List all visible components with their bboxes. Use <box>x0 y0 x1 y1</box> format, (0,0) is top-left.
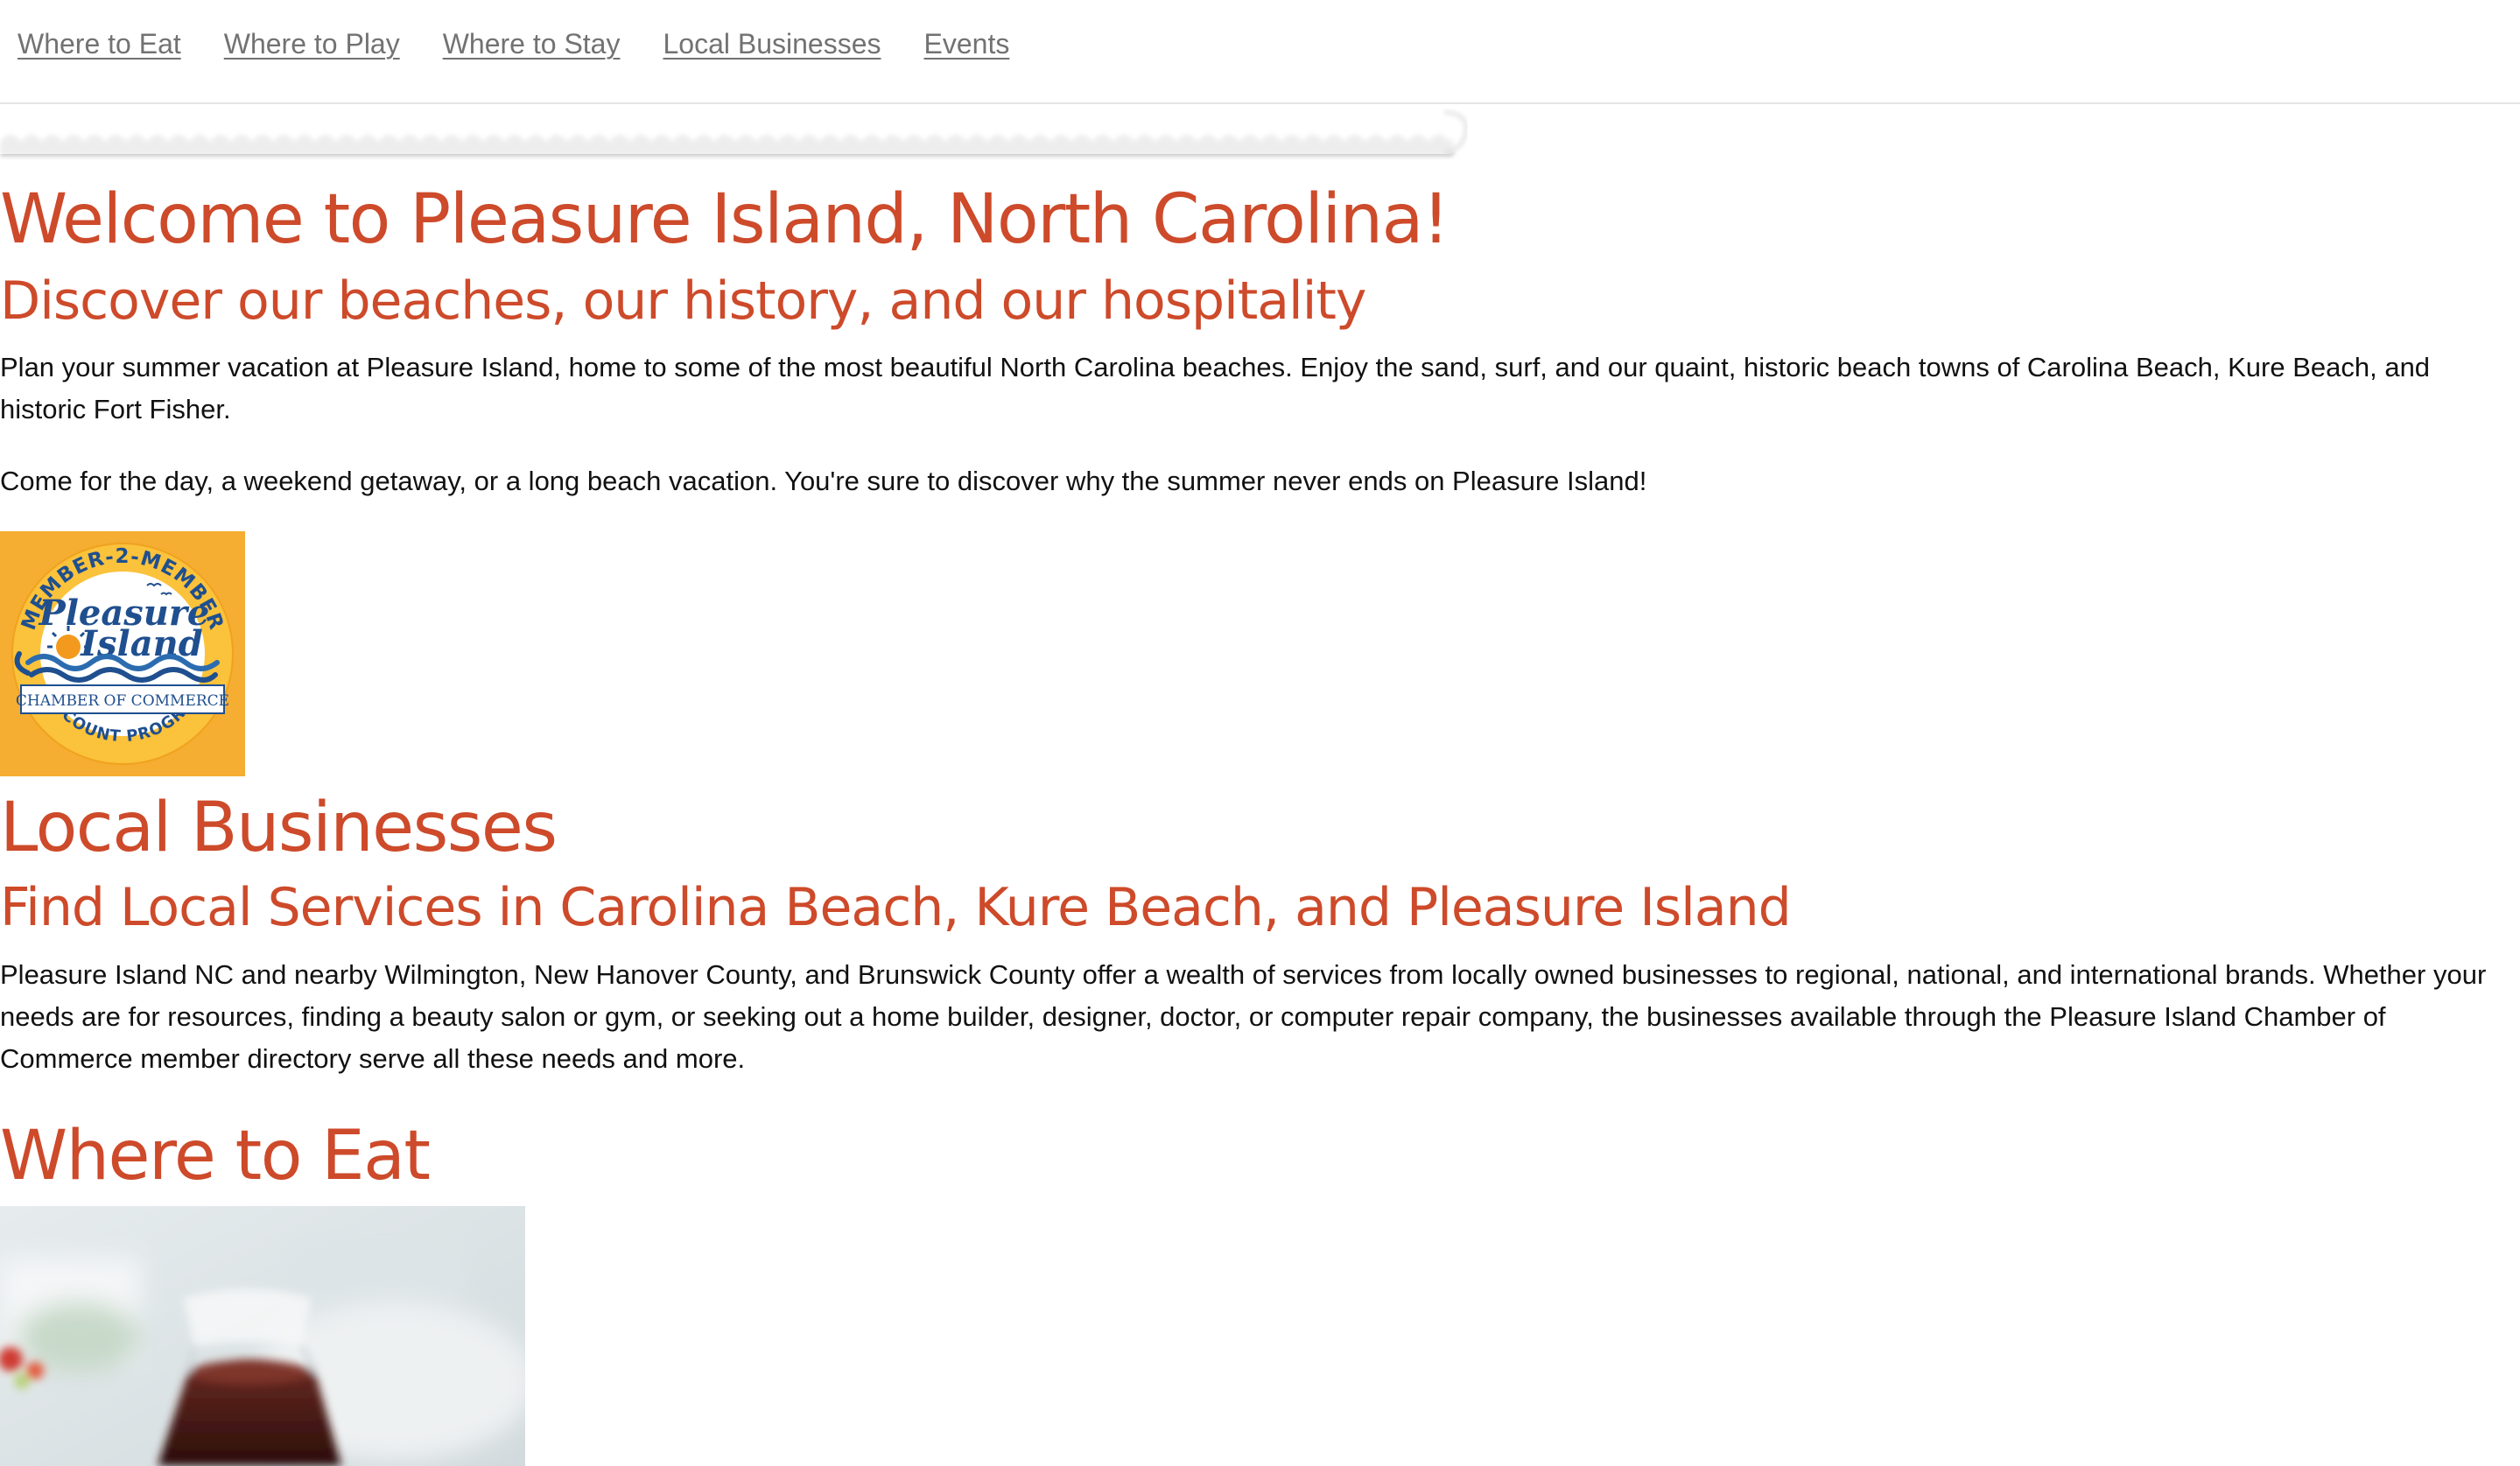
nav-link-where-to-eat[interactable]: Where to Eat <box>18 26 181 61</box>
wave-divider-banner <box>0 109 1471 161</box>
where-to-eat-title: Where to Eat <box>0 1117 431 1196</box>
member-discount-logo[interactable]: MEMBER-2-MEMBER DISCOUNT PROGRAM Pleasur… <box>0 531 245 776</box>
nav-link-where-to-stay[interactable]: Where to Stay <box>443 26 621 61</box>
nav-link-local-businesses[interactable]: Local Businesses <box>663 26 881 61</box>
nav-link-events[interactable]: Events <box>924 26 1010 61</box>
local-businesses-subtitle: Find Local Services in Carolina Beach, K… <box>0 877 1792 938</box>
top-nav: Where to Eat Where to Play Where to Stay… <box>0 0 2520 104</box>
nav-link-where-to-play[interactable]: Where to Play <box>224 26 400 61</box>
food-photo[interactable] <box>0 1206 525 1466</box>
local-businesses-title: Local Businesses <box>0 789 558 867</box>
logo-band-text: CHAMBER OF COMMERCE <box>16 692 229 710</box>
food-photo-image <box>0 1206 525 1466</box>
welcome-paragraph-2: Come for the day, a weekend getaway, or … <box>0 466 1647 496</box>
welcome-subtitle: Discover our beaches, our history, and o… <box>0 270 1366 332</box>
nav-list: Where to Eat Where to Play Where to Stay… <box>18 26 1052 61</box>
welcome-title: Welcome to Pleasure Island, North Caroli… <box>0 180 1450 259</box>
welcome-paragraph-1: Plan your summer vacation at Pleasure Is… <box>0 352 2431 424</box>
local-businesses-paragraph: Pleasure Island NC and nearby Wilmington… <box>0 959 2487 1074</box>
